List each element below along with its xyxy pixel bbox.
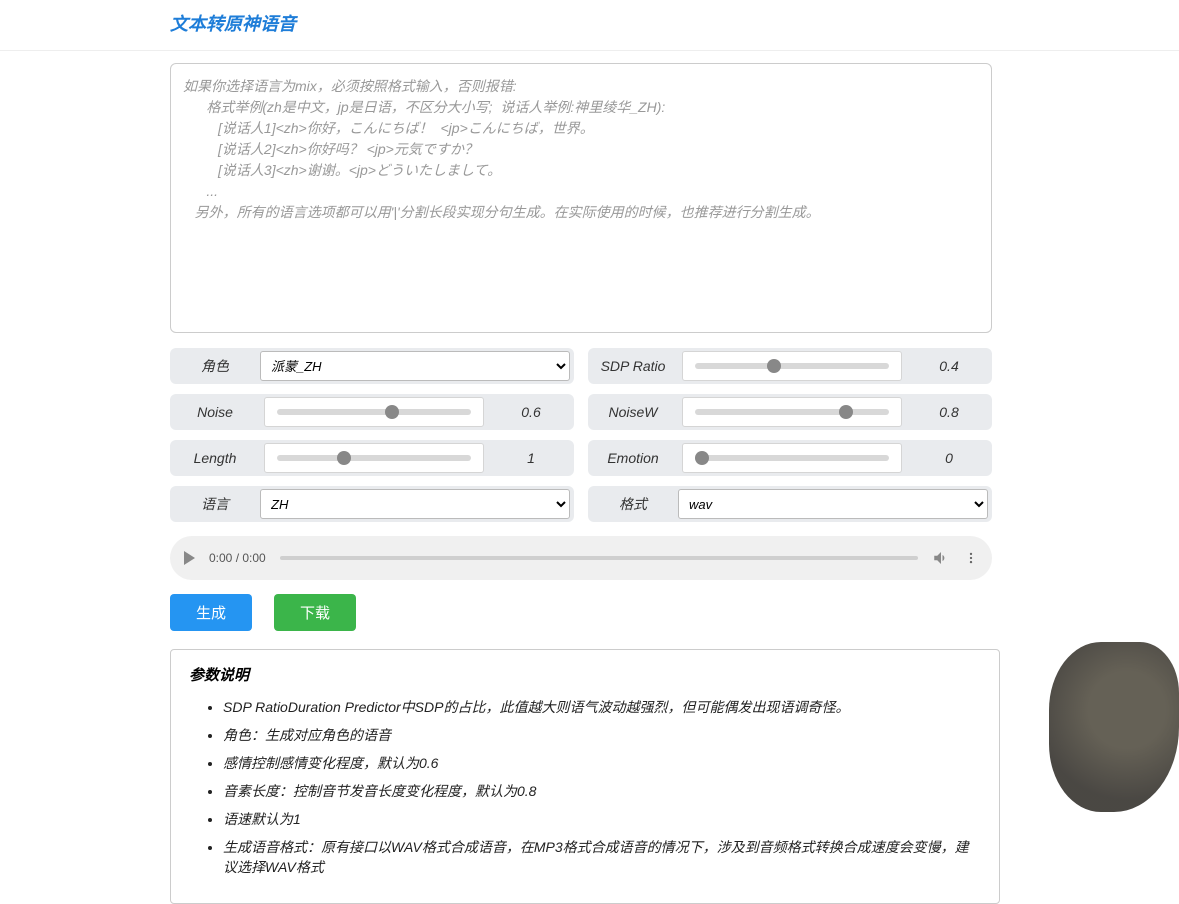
noise-value: 0.6 [488, 404, 574, 420]
format-label: 格式 [588, 494, 678, 514]
lang-group: 语言 ZH [170, 486, 574, 522]
kebab-icon[interactable] [964, 549, 978, 567]
format-group: 格式 wav [588, 486, 992, 522]
list-item: 感情控制感情变化程度，默认为0.6 [223, 753, 981, 773]
audio-player[interactable]: 0:00 / 0:00 [170, 536, 992, 580]
sdp-label: SDP Ratio [588, 358, 678, 374]
emotion-label: Emotion [588, 450, 678, 466]
noisew-group: NoiseW 0.8 [588, 394, 992, 430]
list-item: 生成语音格式：原有接口以WAV格式合成语音，在MP3格式合成语音的情况下，涉及到… [223, 837, 981, 877]
play-icon[interactable] [184, 551, 195, 565]
decorative-image [1049, 642, 1179, 812]
list-item: 角色：生成对应角色的语音 [223, 725, 981, 745]
lang-label: 语言 [170, 494, 260, 514]
list-item: 语速默认为1 [223, 809, 981, 829]
emotion-value: 0 [906, 450, 992, 466]
text-input[interactable] [170, 63, 992, 333]
audio-time: 0:00 / 0:00 [209, 551, 266, 565]
list-item: SDP RatioDuration Predictor中SDP的占比，此值越大则… [223, 697, 981, 717]
length-group: Length 1 [170, 440, 574, 476]
download-button[interactable]: 下载 [274, 594, 356, 631]
sdp-slider[interactable] [695, 363, 889, 369]
role-select[interactable]: 派蒙_ZH [260, 351, 570, 381]
length-slider[interactable] [277, 455, 471, 461]
noise-group: Noise 0.6 [170, 394, 574, 430]
noisew-value: 0.8 [906, 404, 992, 420]
generate-button[interactable]: 生成 [170, 594, 252, 631]
noisew-slider[interactable] [695, 409, 889, 415]
emotion-slider[interactable] [695, 455, 889, 461]
info-heading: 参数说明 [189, 664, 981, 685]
params-info: 参数说明 SDP RatioDuration Predictor中SDP的占比，… [170, 649, 1000, 904]
main-container: 角色 派蒙_ZH SDP Ratio 0.4 Noise 0.6 NoiseW … [0, 51, 1179, 904]
role-label: 角色 [170, 356, 260, 376]
emotion-group: Emotion 0 [588, 440, 992, 476]
noise-label: Noise [170, 404, 260, 420]
sdp-value: 0.4 [906, 358, 992, 374]
noisew-label: NoiseW [588, 404, 678, 420]
info-list: SDP RatioDuration Predictor中SDP的占比，此值越大则… [189, 697, 981, 877]
length-label: Length [170, 450, 260, 466]
page-title: 文本转原神语音 [0, 0, 1179, 51]
volume-icon[interactable] [932, 549, 950, 567]
format-select[interactable]: wav [678, 489, 988, 519]
length-value: 1 [488, 450, 574, 466]
lang-select[interactable]: ZH [260, 489, 570, 519]
audio-progress[interactable] [280, 556, 918, 560]
noise-slider[interactable] [277, 409, 471, 415]
role-group: 角色 派蒙_ZH [170, 348, 574, 384]
sdp-group: SDP Ratio 0.4 [588, 348, 992, 384]
list-item: 音素长度：控制音节发音长度变化程度，默认为0.8 [223, 781, 981, 801]
